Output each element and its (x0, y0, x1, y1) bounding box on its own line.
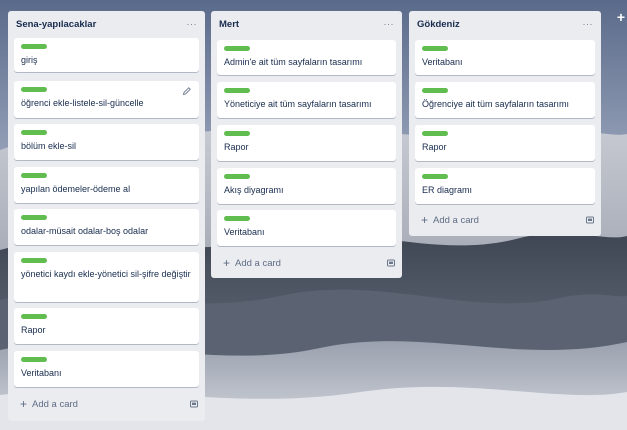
green-label (224, 46, 250, 51)
card[interactable]: Veritabanı (415, 40, 595, 75)
list-mert: Mert ··· Admin'e ait tüm sayfaların tasa… (211, 11, 402, 278)
green-label (21, 87, 47, 92)
list-title[interactable]: Gökdeniz (417, 19, 460, 30)
card-title: giriş (21, 55, 38, 65)
card-template-icon[interactable] (386, 258, 396, 268)
green-label (21, 314, 47, 319)
card[interactable]: Admin'e ait tüm sayfaların tasarımı (217, 40, 396, 75)
corner-plus-icon[interactable]: + (617, 9, 625, 25)
card[interactable]: Veritabanı (14, 351, 199, 387)
green-label (422, 46, 448, 51)
green-label (21, 357, 47, 362)
list-menu-ellipsis-icon[interactable]: ··· (583, 19, 594, 29)
add-card-label: Add a card (433, 214, 479, 226)
green-label (224, 88, 250, 93)
card-title: Admin'e ait tüm sayfaların tasarımı (224, 57, 363, 67)
list-gokdeniz: Gökdeniz ··· Veritabanı Öğrenciye ait tü… (409, 11, 601, 236)
plus-icon: + (421, 213, 429, 227)
card-title: Öğrenciye ait tüm sayfaların tasarımı (422, 99, 570, 109)
card[interactable]: odalar-müsait odalar-boş odalar (14, 209, 199, 245)
card[interactable]: bölüm ekle-sil (14, 124, 199, 160)
add-card-button[interactable]: + Add a card (415, 210, 595, 230)
green-label (422, 131, 448, 136)
add-card-label: Add a card (32, 398, 78, 410)
green-label (224, 216, 250, 221)
card-title: yapılan ödemeler-ödeme al (21, 184, 131, 194)
plus-icon: + (223, 256, 231, 270)
card[interactable]: Veritabanı (217, 210, 396, 246)
green-label (422, 174, 448, 179)
card-title: odalar-müsait odalar-boş odalar (21, 226, 149, 236)
card-title: ER diagramı (422, 185, 473, 195)
add-card-button[interactable]: + Add a card (14, 394, 199, 414)
add-card-left: + Add a card (217, 257, 281, 269)
green-label (224, 174, 250, 179)
card[interactable]: giriş (14, 38, 199, 72)
list-header: Sena-yapılacaklar ··· (16, 11, 197, 37)
green-label (422, 88, 448, 93)
card[interactable]: Rapor (217, 125, 396, 161)
add-card-left: + Add a card (14, 398, 78, 410)
list-title[interactable]: Sena-yapılacaklar (16, 19, 96, 30)
card-title: yönetici kaydı ekle-yönetici sil-şifre d… (21, 269, 191, 279)
card[interactable]: ER diagramı (415, 168, 595, 204)
list-title[interactable]: Mert (219, 19, 239, 30)
pencil-icon[interactable] (182, 86, 192, 96)
card-title: öğrenci ekle-listele-sil-güncelle (21, 98, 144, 108)
card-title: Veritabanı (21, 368, 62, 378)
card-title: Rapor (224, 142, 249, 152)
card[interactable]: Rapor (415, 125, 595, 161)
card[interactable]: yönetici kaydı ekle-yönetici sil-şifre d… (14, 252, 199, 302)
add-card-label: Add a card (235, 257, 281, 269)
green-label (21, 215, 47, 220)
green-label (21, 173, 47, 178)
card[interactable]: Öğrenciye ait tüm sayfaların tasarımı (415, 82, 595, 118)
card-title: Veritabanı (422, 57, 463, 67)
add-card-left: + Add a card (415, 214, 479, 226)
card-title: Akış diyagramı (224, 185, 284, 195)
card[interactable]: Yöneticiye ait tüm sayfaların tasarımı (217, 82, 396, 118)
card-template-icon[interactable] (189, 399, 199, 409)
green-label (224, 131, 250, 136)
list-header: Mert ··· (219, 11, 394, 37)
green-label (21, 44, 47, 49)
card-title: Rapor (21, 325, 46, 335)
card-title: Veritabanı (224, 227, 265, 237)
plus-icon: + (20, 397, 28, 411)
card[interactable]: Rapor (14, 308, 199, 344)
list-header: Gökdeniz ··· (417, 11, 593, 37)
green-label (21, 130, 47, 135)
list-sena-yapilacaklar: Sena-yapılacaklar ··· giriş öğrenci ekle… (8, 11, 205, 421)
card[interactable]: yapılan ödemeler-ödeme al (14, 167, 199, 203)
list-menu-ellipsis-icon[interactable]: ··· (187, 19, 198, 29)
card-title: Yöneticiye ait tüm sayfaların tasarımı (224, 99, 372, 109)
card-template-icon[interactable] (585, 215, 595, 225)
list-menu-ellipsis-icon[interactable]: ··· (384, 19, 395, 29)
card[interactable]: öğrenci ekle-listele-sil-güncelle (14, 81, 199, 118)
card-title: Rapor (422, 142, 447, 152)
card-title: bölüm ekle-sil (21, 141, 77, 151)
add-card-button[interactable]: + Add a card (217, 253, 396, 273)
green-label (21, 258, 47, 263)
card[interactable]: Akış diyagramı (217, 168, 396, 204)
